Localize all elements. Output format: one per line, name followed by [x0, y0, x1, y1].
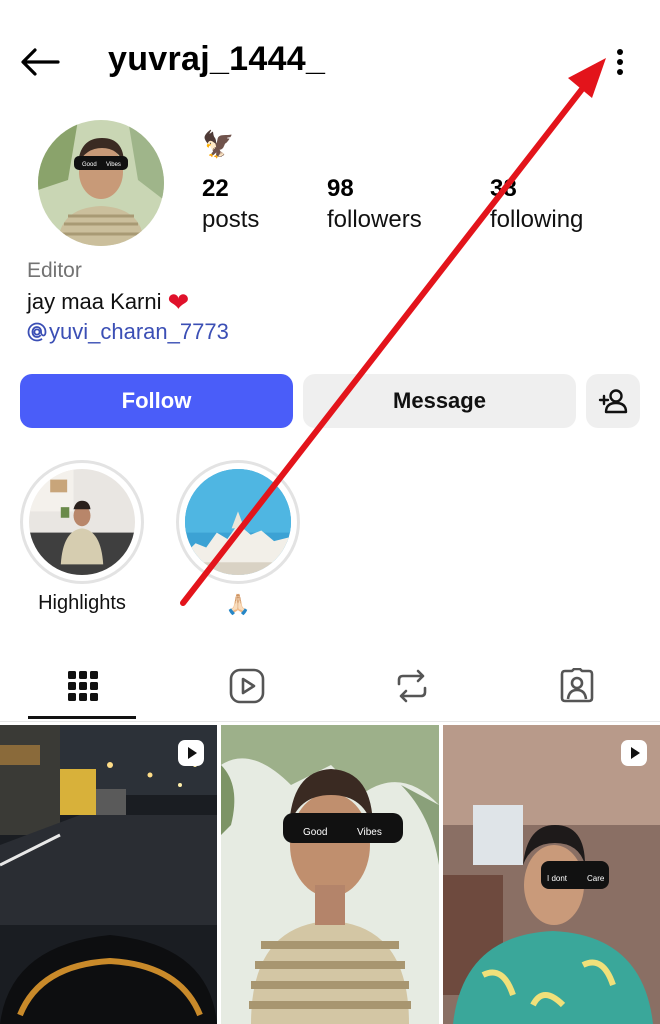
stat-posts-label: posts: [202, 206, 260, 233]
profile-mention-link[interactable]: yuvi_charan_7773: [27, 319, 229, 345]
post-glasses-right-text: Care: [587, 874, 605, 883]
tab-reposts[interactable]: [357, 650, 467, 722]
grid-post[interactable]: Good Vibes: [221, 725, 439, 1024]
profile-bio: jay maa Karni ❤: [27, 289, 189, 315]
follow-button[interactable]: Follow: [20, 374, 293, 428]
add-user-button[interactable]: [586, 374, 640, 428]
highlight-ring: [20, 460, 144, 584]
stat-following[interactable]: 38 following: [490, 174, 583, 236]
highlight-ring: [176, 460, 300, 584]
stat-following-label: following: [490, 206, 584, 233]
stat-followers-label: followers: [327, 206, 422, 233]
bio-text: jay maa Karni: [27, 289, 162, 314]
profile-header: yuvraj_1444_: [0, 0, 660, 124]
profile-tabs: [0, 650, 660, 722]
arrow-left-icon: [21, 48, 60, 76]
add-user-icon: [598, 389, 628, 414]
tab-grid[interactable]: [28, 650, 138, 722]
avatar-glasses-left-text: Good: [82, 162, 97, 168]
back-button[interactable]: [18, 42, 62, 82]
more-options-button[interactable]: [604, 42, 636, 82]
highlight-cover-image: [29, 469, 135, 575]
profile-emoji-badge: 🦅: [202, 129, 235, 159]
tab-tagged[interactable]: [522, 650, 632, 722]
tab-reels[interactable]: [192, 650, 302, 722]
post-thumbnail: I dont Care: [443, 725, 660, 1024]
heart-icon: ❤: [167, 287, 190, 317]
post-glasses-left-text: I dont: [547, 874, 568, 883]
stat-following-value: 38: [490, 175, 517, 202]
more-vertical-icon: [617, 49, 623, 75]
repost-icon: [397, 669, 427, 703]
highlight-item[interactable]: 🙏🏻: [176, 460, 300, 617]
highlight-label: Highlights: [38, 592, 126, 614]
tagged-icon: [560, 668, 594, 703]
post-thumbnail: [0, 725, 217, 1024]
profile-category: Editor: [27, 259, 82, 282]
reel-badge-icon: [621, 740, 647, 766]
grid-post[interactable]: I dont Care: [443, 725, 660, 1024]
reels-icon: [229, 668, 265, 704]
post-thumbnail: Good Vibes: [221, 725, 439, 1024]
stat-followers[interactable]: 98 followers: [327, 174, 422, 236]
highlight-cover-image: [185, 469, 291, 575]
profile-username: yuvraj_1444_: [108, 40, 326, 78]
grid-icon: [68, 671, 98, 701]
profile-avatar[interactable]: Good Vibes: [38, 120, 164, 246]
post-glasses-right-text: Vibes: [357, 827, 382, 838]
grid-post[interactable]: [0, 725, 217, 1024]
threads-at-icon: [27, 322, 47, 342]
avatar-image: Good Vibes: [38, 120, 164, 246]
mention-text: yuvi_charan_7773: [49, 319, 229, 344]
highlight-item[interactable]: Highlights: [20, 460, 144, 615]
message-button[interactable]: Message: [303, 374, 576, 428]
reel-badge-icon: [178, 740, 204, 766]
active-tab-indicator: [28, 716, 136, 719]
highlight-label: 🙏🏻: [225, 594, 251, 616]
post-glasses-left-text: Good: [303, 827, 327, 838]
avatar-glasses-right-text: Vibes: [106, 162, 121, 168]
stat-posts-value: 22: [202, 175, 229, 202]
stat-posts[interactable]: 22 posts: [202, 174, 259, 236]
stat-followers-value: 98: [327, 175, 354, 202]
